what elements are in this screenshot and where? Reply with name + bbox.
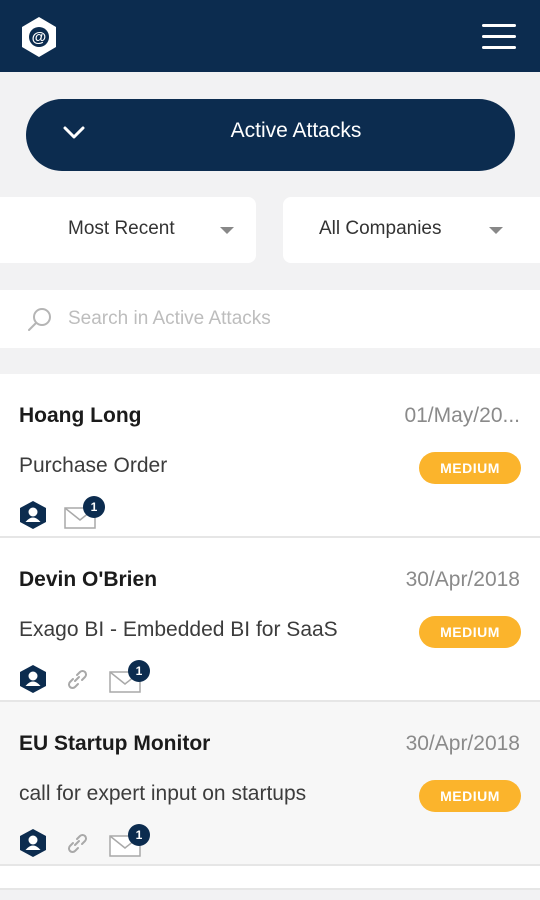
attack-sender: Devin O'Brien <box>19 568 158 591</box>
mail-count-badge: 1 <box>128 660 150 682</box>
section-title: Active Attacks <box>230 119 362 142</box>
link-icon <box>67 669 88 690</box>
user-hexagon-icon <box>20 665 46 693</box>
search-icon <box>28 308 51 331</box>
attack-row-partial[interactable] <box>0 866 540 890</box>
attack-sender: Hoang Long <box>19 404 142 427</box>
attack-subject: call for expert input on startups <box>19 782 307 805</box>
attack-date: 30/Apr/2018 <box>405 568 520 591</box>
attack-date: 30/Apr/2018 <box>405 732 520 755</box>
attack-date: 01/May/20... <box>404 404 520 427</box>
severity-badge: MEDIUM <box>419 616 521 648</box>
at-sign-hexagon-icon[interactable]: @ <box>20 16 58 58</box>
hamburger-menu-icon[interactable] <box>482 24 516 50</box>
sort-dropdown-label: Most Recent <box>68 218 175 239</box>
attack-list: Hoang Long 01/May/20... Purchase Order MEDI… <box>0 374 540 890</box>
sort-dropdown[interactable]: Most Recent <box>0 197 256 263</box>
company-dropdown-label: All Companies <box>319 218 442 239</box>
app-header: @ <box>0 0 540 72</box>
search-input[interactable] <box>68 303 508 335</box>
mail-count-badge: 1 <box>128 824 150 846</box>
attack-subject: Purchase Order <box>19 454 168 477</box>
attack-indicators: 1 <box>19 496 219 530</box>
attack-row[interactable]: Hoang Long 01/May/20... Purchase Order MEDI… <box>0 374 540 538</box>
user-hexagon-icon <box>20 829 46 857</box>
attack-row[interactable]: EU Startup Monitor 30/Apr/2018 call for ex… <box>0 702 540 866</box>
attack-subject: Exago BI - Embedded BI for SaaS <box>19 618 338 641</box>
dropdown-caret-icon <box>220 227 234 234</box>
dropdown-caret-icon <box>489 227 503 234</box>
company-dropdown[interactable]: All Companies <box>283 197 540 263</box>
attack-sender: EU Startup Monitor <box>19 732 211 755</box>
attack-indicators: 1 <box>19 660 219 694</box>
severity-badge: MEDIUM <box>419 452 521 484</box>
attack-indicators: 1 <box>19 824 219 858</box>
link-icon <box>67 833 88 854</box>
severity-badge: MEDIUM <box>419 780 521 812</box>
section-toggle-button[interactable]: Active Attacks <box>26 99 515 171</box>
user-hexagon-icon <box>20 501 46 529</box>
svg-text:@: @ <box>32 29 47 46</box>
mail-count-badge: 1 <box>83 496 105 518</box>
chevron-down-icon <box>63 126 85 139</box>
attack-row[interactable]: Devin O'Brien 30/Apr/2018 Exago BI - Embed… <box>0 538 540 702</box>
search-bar <box>0 290 540 348</box>
